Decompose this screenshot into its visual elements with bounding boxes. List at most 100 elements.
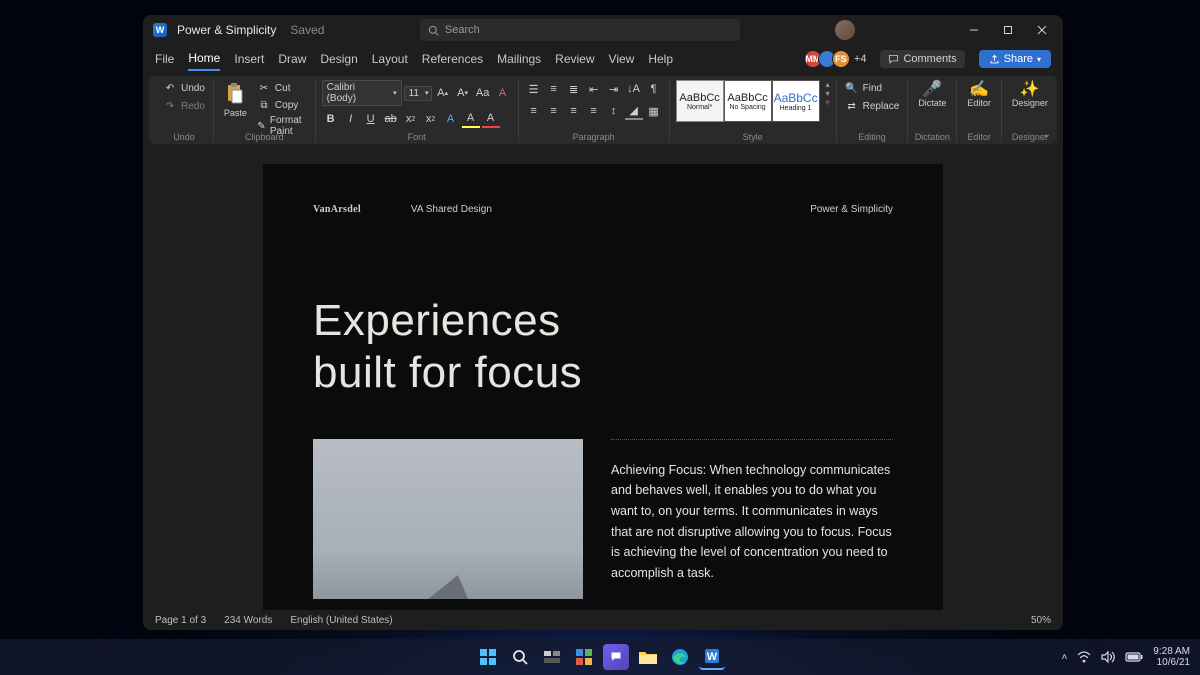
italic-button[interactable]: I	[342, 110, 360, 128]
zoom-level[interactable]: 50%	[1031, 615, 1051, 626]
tab-mailings[interactable]: Mailings	[497, 48, 541, 70]
search-icon	[428, 25, 439, 36]
increase-indent-button[interactable]: ⇥	[605, 80, 623, 98]
find-button[interactable]: 🔍Find	[843, 80, 884, 96]
chat-button[interactable]	[603, 644, 629, 670]
tab-file[interactable]: File	[155, 48, 174, 70]
page-indicator[interactable]: Page 1 of 3	[155, 615, 206, 626]
align-left-button[interactable]: ≡	[525, 102, 543, 120]
replace-icon: ⇄	[845, 99, 859, 113]
clear-formatting-button[interactable]: A	[494, 84, 512, 102]
collapse-ribbon-button[interactable]: ⌄	[1043, 129, 1051, 140]
tab-references[interactable]: References	[422, 48, 483, 70]
presence-more[interactable]: +4	[854, 53, 867, 65]
cut-button[interactable]: ✂Cut	[255, 80, 309, 96]
language-indicator[interactable]: English (United States)	[290, 615, 392, 626]
change-case-button[interactable]: Aa	[474, 84, 492, 102]
justify-button[interactable]: ≡	[585, 102, 603, 120]
search-box[interactable]: Search	[420, 19, 740, 41]
share-button[interactable]: Share ▾	[979, 50, 1051, 68]
document-image[interactable]	[313, 439, 583, 599]
copy-icon: ⧉	[257, 98, 271, 112]
style-heading1[interactable]: AaBbCcHeading 1	[772, 80, 820, 122]
edge-button[interactable]	[667, 644, 693, 670]
shading-button[interactable]: ◢	[625, 102, 643, 120]
redo-button[interactable]: ↷Redo	[161, 98, 207, 114]
shrink-font-button[interactable]: A▾	[454, 84, 472, 102]
superscript-button[interactable]: x2	[422, 110, 440, 128]
minimize-button[interactable]	[957, 16, 991, 44]
taskbar-search-button[interactable]	[507, 644, 533, 670]
highlight-button[interactable]: A	[462, 110, 480, 128]
line-spacing-button[interactable]: ↕	[605, 102, 623, 120]
task-view-button[interactable]	[539, 644, 565, 670]
replace-button[interactable]: ⇄Replace	[843, 98, 902, 114]
close-button[interactable]	[1025, 16, 1059, 44]
tab-home[interactable]: Home	[188, 47, 220, 71]
battery-icon[interactable]	[1125, 652, 1143, 662]
tab-layout[interactable]: Layout	[372, 48, 408, 70]
font-size-select[interactable]: 11▾	[404, 86, 432, 101]
dictate-button[interactable]: 🎤Dictate	[914, 80, 950, 110]
start-button[interactable]	[475, 644, 501, 670]
style-normal[interactable]: AaBbCcNormal*	[676, 80, 724, 122]
page-header: VanArsdel VA Shared Design Power & Simpl…	[313, 204, 893, 215]
copy-button[interactable]: ⧉Copy	[255, 97, 309, 113]
text-effects-button[interactable]: A	[442, 110, 460, 128]
editor-icon: ✍	[972, 82, 986, 96]
word-taskbar-button[interactable]: W	[699, 644, 725, 670]
designer-button[interactable]: ✨Designer	[1008, 80, 1052, 110]
cut-icon: ✂	[257, 81, 271, 95]
page[interactable]: VanArsdel VA Shared Design Power & Simpl…	[263, 164, 943, 610]
user-avatar[interactable]	[835, 20, 855, 40]
font-color-button[interactable]: A	[482, 110, 500, 128]
multilevel-list-button[interactable]: ≣	[565, 80, 583, 98]
editor-button[interactable]: ✍Editor	[963, 80, 995, 110]
grow-font-button[interactable]: A▴	[434, 84, 452, 102]
styles-expand[interactable]: ▿	[826, 98, 830, 107]
comments-button[interactable]: Comments	[880, 50, 964, 68]
status-bar: Page 1 of 3 234 Words English (United St…	[143, 610, 1063, 630]
tray-overflow-button[interactable]: ˄	[1061, 652, 1067, 663]
word-count[interactable]: 234 Words	[224, 615, 272, 626]
document-body[interactable]: Achieving Focus: When technology communi…	[611, 439, 893, 599]
file-explorer-button[interactable]	[635, 644, 661, 670]
style-no-spacing[interactable]: AaBbCcNo Spacing	[724, 80, 772, 122]
wifi-icon[interactable]	[1077, 651, 1091, 663]
bullets-button[interactable]: ☰	[525, 80, 543, 98]
styles-scroll-down[interactable]: ▾	[826, 89, 830, 98]
show-marks-button[interactable]: ¶	[645, 80, 663, 98]
sort-button[interactable]: ↓A	[625, 80, 643, 98]
group-styles: AaBbCcNormal* AaBbCcNo Spacing AaBbCcHea…	[670, 80, 837, 142]
tab-help[interactable]: Help	[648, 48, 673, 70]
presence-avatar[interactable]: FS	[832, 50, 850, 68]
tab-draw[interactable]: Draw	[278, 48, 306, 70]
presence-avatars[interactable]: MM FS +4	[808, 50, 867, 68]
font-name-select[interactable]: Calibri (Body)▾	[322, 80, 402, 106]
borders-button[interactable]: ▦	[645, 102, 663, 120]
bold-button[interactable]: B	[322, 110, 340, 128]
widgets-button[interactable]	[571, 644, 597, 670]
group-label: Paragraph	[573, 132, 615, 142]
volume-icon[interactable]	[1101, 651, 1115, 663]
strikethrough-button[interactable]: ab	[382, 110, 400, 128]
document-heading[interactable]: Experiences built for focus	[313, 295, 893, 399]
group-editor: ✍Editor Editor	[957, 80, 1002, 142]
align-center-button[interactable]: ≡	[545, 102, 563, 120]
tab-view[interactable]: View	[609, 48, 635, 70]
underline-button[interactable]: U	[362, 110, 380, 128]
document-canvas[interactable]: VanArsdel VA Shared Design Power & Simpl…	[143, 144, 1063, 610]
tab-insert[interactable]: Insert	[234, 48, 264, 70]
windows-taskbar: W ˄ 9:28 AM 10/6/21	[0, 639, 1200, 675]
tab-design[interactable]: Design	[320, 48, 357, 70]
styles-scroll-up[interactable]: ▴	[826, 80, 830, 89]
paste-button[interactable]: Paste	[220, 80, 251, 120]
maximize-button[interactable]	[991, 16, 1025, 44]
align-right-button[interactable]: ≡	[565, 102, 583, 120]
undo-button[interactable]: ↶Undo	[161, 80, 207, 96]
subscript-button[interactable]: x2	[402, 110, 420, 128]
tab-review[interactable]: Review	[555, 48, 594, 70]
decrease-indent-button[interactable]: ⇤	[585, 80, 603, 98]
clock[interactable]: 9:28 AM 10/6/21	[1153, 646, 1190, 668]
numbering-button[interactable]: ≡	[545, 80, 563, 98]
